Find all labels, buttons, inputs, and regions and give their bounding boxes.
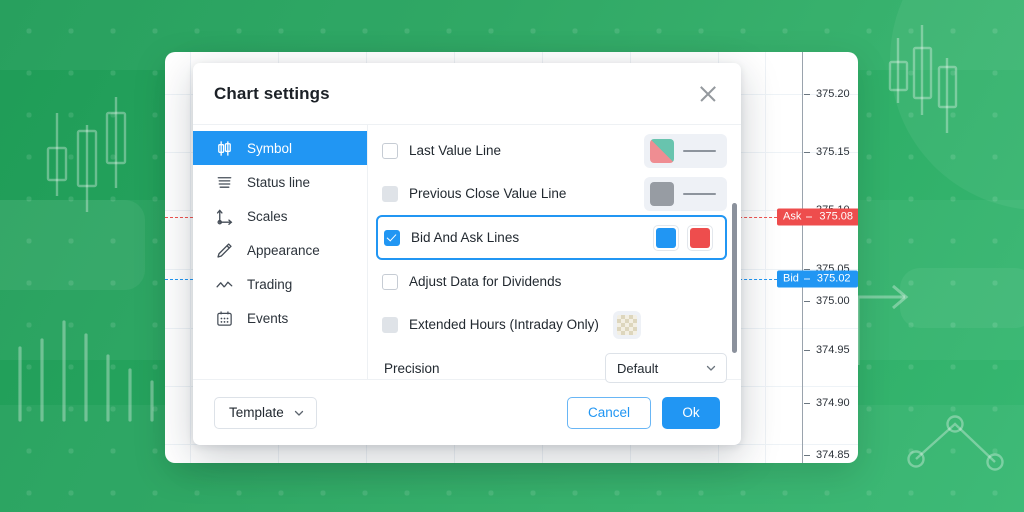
- color-swatch-previous-close[interactable]: [650, 181, 674, 206]
- dialog-body: Symbol Status line Scales Appearance Tra…: [193, 125, 741, 383]
- axis-label: 374.90: [816, 397, 850, 409]
- sidebar-item-label: Trading: [247, 276, 293, 292]
- sidebar-item-status-line[interactable]: Status line: [193, 165, 367, 199]
- axis-label: 375.15: [816, 146, 850, 158]
- dialog-content: Last Value Line Previous Close Value Lin…: [368, 125, 741, 383]
- checkbox-bid-and-ask-lines[interactable]: [384, 229, 400, 246]
- chevron-down-icon: [294, 410, 303, 416]
- checkbox-adjust-data-for-dividends[interactable]: [382, 273, 398, 290]
- transparent-checker-pattern: [616, 314, 637, 335]
- ok-button[interactable]: Ok: [662, 396, 720, 429]
- chevron-down-icon: [706, 365, 716, 371]
- sidebar-item-symbol[interactable]: Symbol: [193, 131, 367, 165]
- dialog-header: Chart settings: [193, 63, 741, 125]
- row-previous-close-value-line: Previous Close Value Line: [368, 172, 741, 215]
- axis-label: 375.20: [816, 88, 850, 100]
- previous-close-line-style[interactable]: [644, 176, 727, 211]
- ask-price-badge: Ask 375.08: [777, 208, 858, 226]
- row-adjust-data-for-dividends: Adjust Data for Dividends: [368, 260, 741, 303]
- row-controls: [653, 224, 713, 251]
- sidebar-item-label: Events: [247, 310, 289, 326]
- bid-badge-tag: Bid: [783, 272, 799, 285]
- row-bid-and-ask-lines: Bid And Ask Lines: [376, 215, 727, 260]
- axis-tick: [804, 403, 810, 404]
- bid-price-badge: Bid 375.02: [777, 270, 858, 288]
- axis-tick: [804, 94, 810, 95]
- precision-label: Precision: [384, 360, 440, 376]
- sidebar-item-scales[interactable]: Scales: [193, 199, 367, 233]
- row-controls: Default: [605, 353, 727, 383]
- calendar-icon: [217, 310, 232, 326]
- status-line-icon: [217, 176, 232, 188]
- ask-badge-tag: Ask: [783, 210, 802, 223]
- page-title: Chart settings: [214, 83, 330, 103]
- line-style-preview[interactable]: [683, 149, 716, 152]
- sidebar-item-events[interactable]: Events: [193, 301, 367, 335]
- row-controls: [612, 310, 641, 339]
- row-controls: [644, 176, 727, 211]
- sidebar-item-label: Scales: [247, 208, 288, 224]
- price-axis-separator: [802, 52, 803, 463]
- template-button[interactable]: Template: [214, 396, 317, 429]
- axis-label: 374.85: [816, 449, 850, 461]
- candlestick-icon: [46, 97, 127, 212]
- row-label: Previous Close Value Line: [409, 186, 567, 201]
- arrow-icon: [856, 284, 909, 365]
- sidebar-item-appearance[interactable]: Appearance: [193, 233, 367, 267]
- row-precision: Precision Default: [368, 346, 741, 390]
- axis-tick: [804, 301, 810, 302]
- checkbox-extended-hours[interactable]: [382, 316, 398, 333]
- sidebar-item-trading[interactable]: Trading: [193, 267, 367, 301]
- checkbox-last-value-line[interactable]: [382, 142, 398, 159]
- axis-label: 375.00: [816, 295, 850, 307]
- precision-select[interactable]: Default: [605, 353, 727, 383]
- last-value-line-style[interactable]: [644, 133, 727, 168]
- vertical-scrollbar[interactable]: [732, 203, 737, 353]
- axes-icon: [216, 208, 233, 225]
- axis-tick: [804, 350, 810, 351]
- axis-tick: [804, 455, 810, 456]
- row-extended-hours: Extended Hours (Intraday Only): [368, 303, 741, 346]
- color-swatch-bid[interactable]: [653, 224, 679, 251]
- precision-value: Default: [617, 360, 659, 376]
- color-swatch-ask[interactable]: [687, 224, 713, 251]
- sidebar-item-label: Symbol: [247, 140, 293, 156]
- pencil-icon: [217, 242, 232, 258]
- line-chart-nodes: [907, 415, 1004, 471]
- chart-gridline-v: [765, 52, 766, 463]
- row-label: Extended Hours (Intraday Only): [409, 317, 599, 332]
- cancel-button[interactable]: Cancel: [567, 396, 651, 429]
- candlestick-icon-right: [888, 25, 958, 133]
- axis-label: 374.95: [816, 344, 850, 356]
- sidebar-item-label: Status line: [247, 174, 311, 190]
- chart-settings-dialog: Chart settings Symbol Status line Scales…: [193, 63, 741, 445]
- zigzag-icon: [216, 281, 233, 287]
- row-label: Bid And Ask Lines: [411, 230, 520, 245]
- footer-actions: Cancel Ok: [567, 396, 720, 429]
- color-swatch-up-down[interactable]: [650, 138, 674, 163]
- axis-tick: [804, 152, 810, 153]
- bar-series: [18, 320, 154, 422]
- bid-badge-value: 375.02: [816, 272, 851, 285]
- row-label: Adjust Data for Dividends: [409, 274, 562, 289]
- template-button-label: Template: [229, 405, 284, 420]
- checkbox-previous-close-value-line[interactable]: [382, 185, 398, 202]
- sidebar-item-label: Appearance: [247, 242, 320, 258]
- candlestick-icon: [218, 140, 231, 156]
- dialog-sidebar: Symbol Status line Scales Appearance Tra…: [193, 125, 368, 379]
- ask-badge-value: 375.08: [819, 210, 853, 223]
- chart-gridline-v: [190, 52, 191, 463]
- row-last-value-line: Last Value Line: [368, 129, 741, 172]
- line-style-preview[interactable]: [683, 192, 716, 195]
- close-icon[interactable]: [695, 81, 721, 107]
- color-swatch-extended-hours[interactable]: [612, 310, 641, 339]
- row-label: Last Value Line: [409, 143, 502, 158]
- row-controls: [644, 133, 727, 168]
